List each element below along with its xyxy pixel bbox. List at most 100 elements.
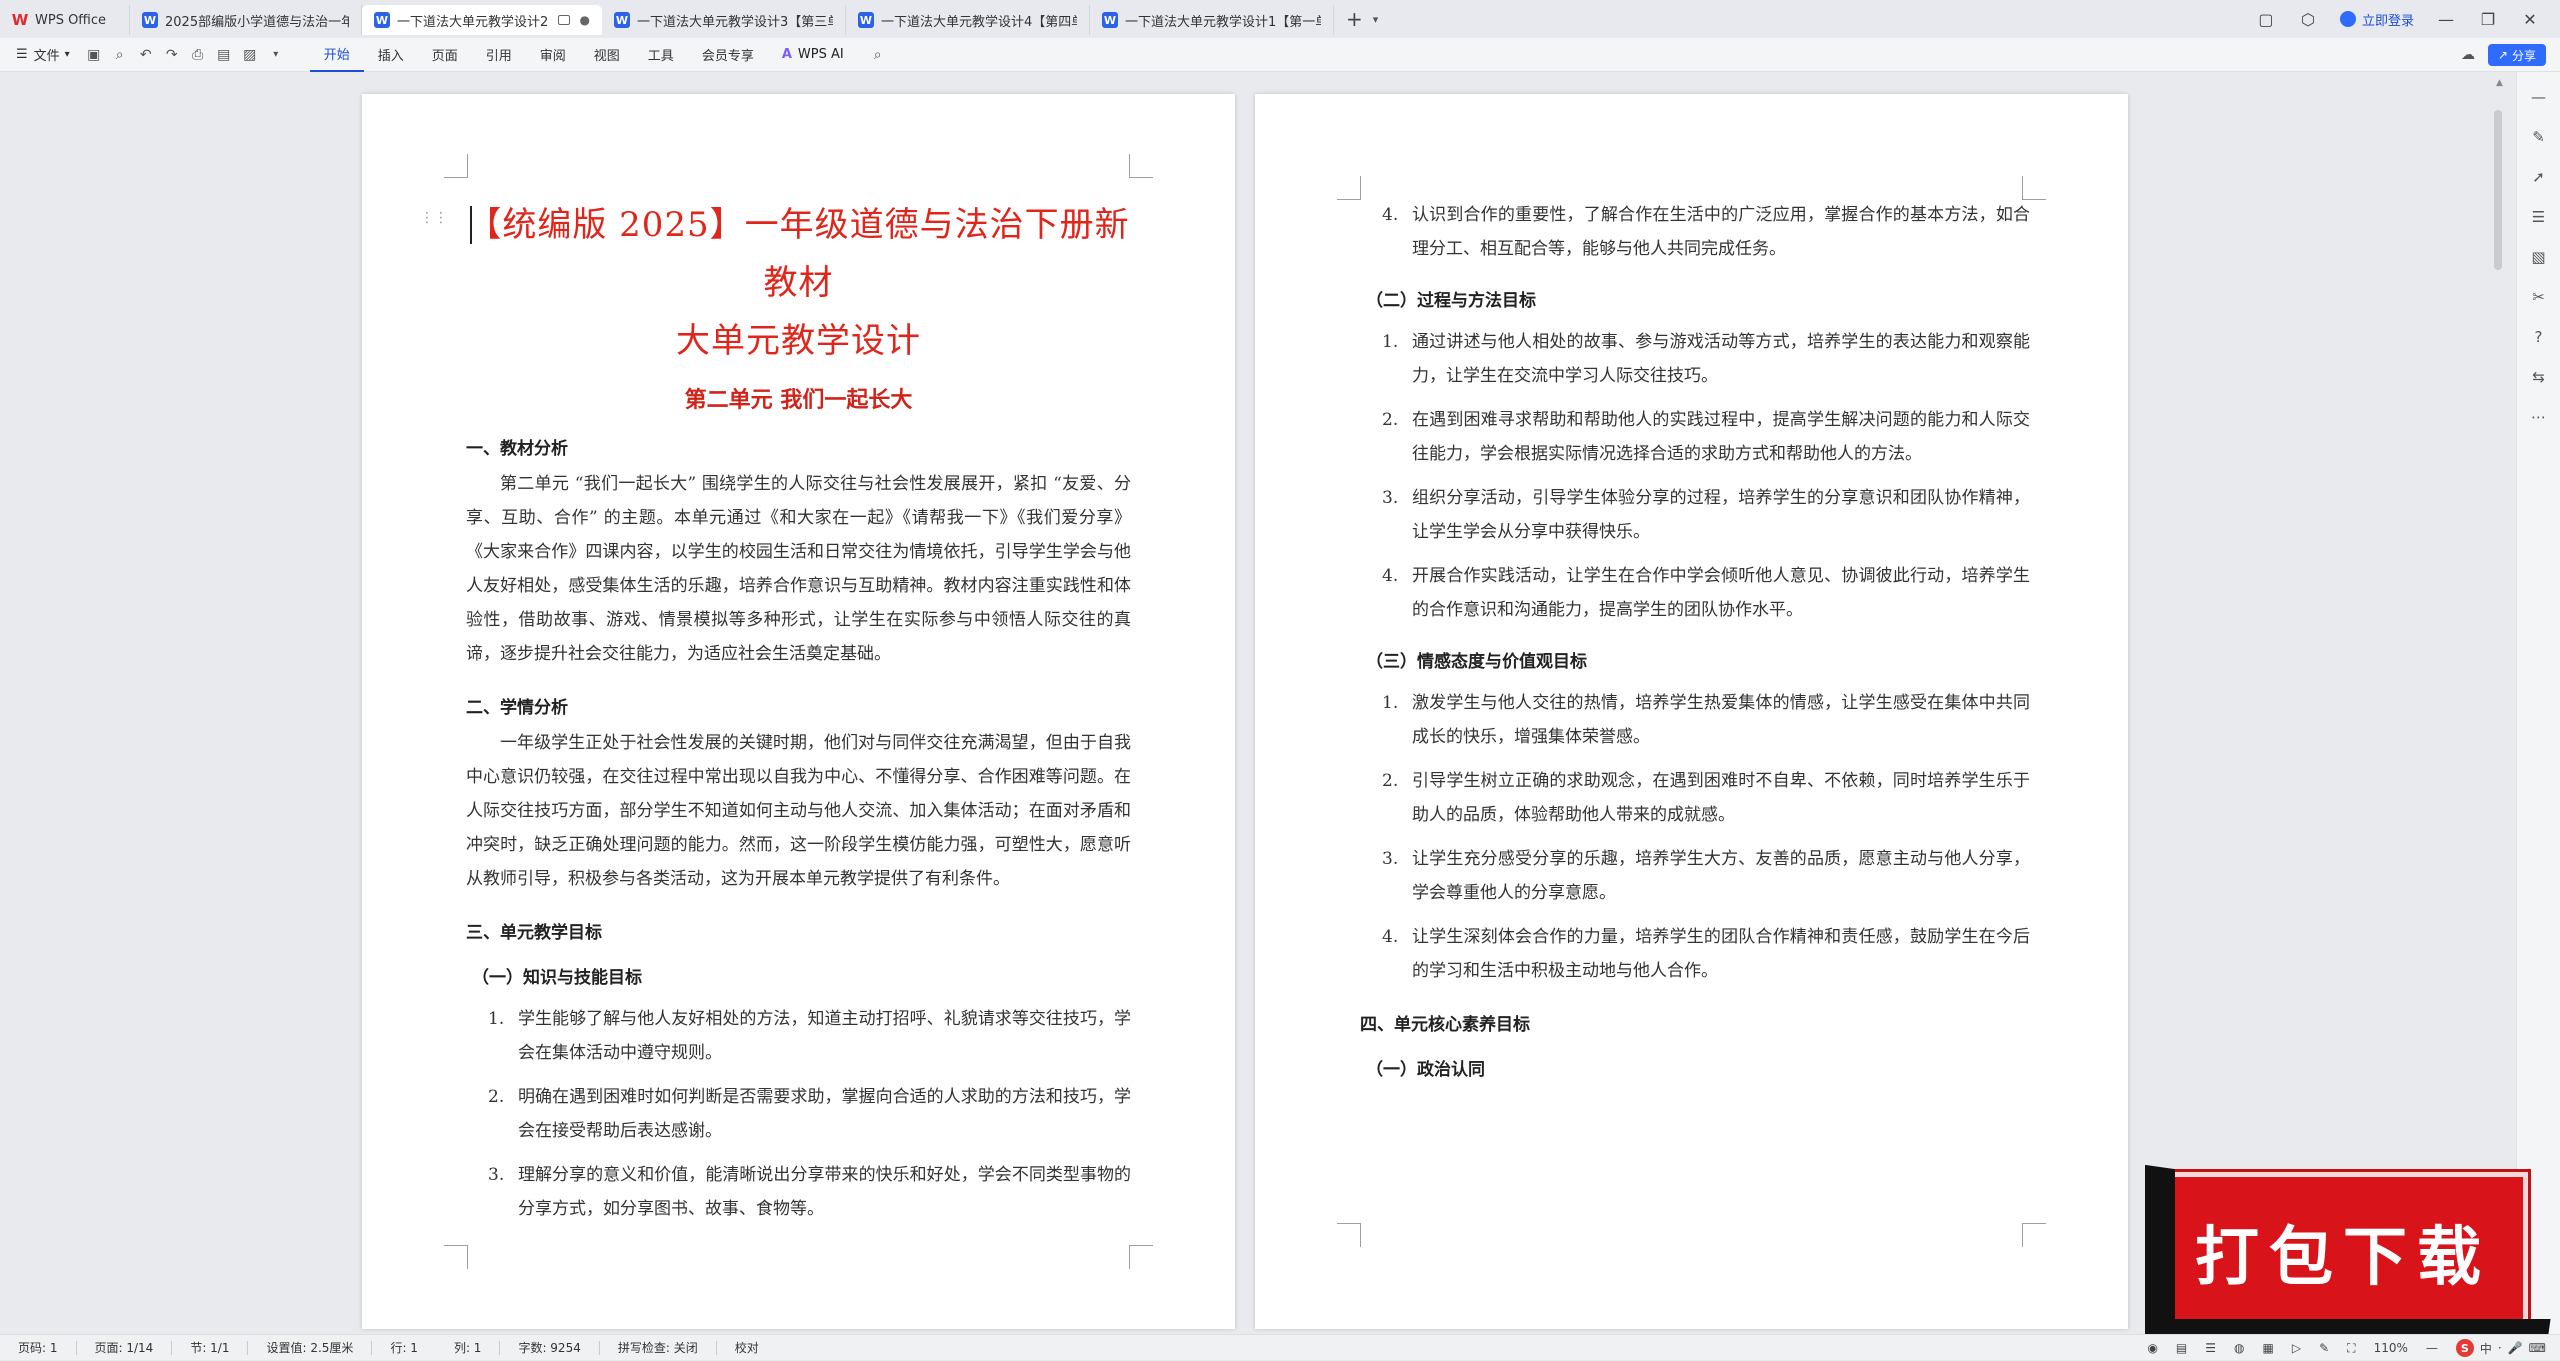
undo-icon[interactable]: ↶ [136, 45, 156, 65]
margin-mark [1129, 1245, 1153, 1269]
list-item: 1. 学生能够了解与他人友好相处的方法，知道主动打招呼、礼貌请求等交往技巧，学会在… [488, 1009, 1131, 1063]
tab-home[interactable]: 开始 [309, 38, 364, 72]
cube-icon[interactable]: ⬡ [2298, 10, 2318, 29]
list-knowledge-goals-continued: 4. 认识到合作的重要性，了解合作在生活中的广泛应用，掌握合作的基本方法，如合理分… [1360, 198, 2030, 266]
tab-document-4[interactable]: W 一下道法大单元教学设计4【第四单元 [846, 5, 1090, 35]
tab-insert[interactable]: 插入 [364, 38, 418, 72]
status-bar: 页码: 1 页面: 1/14 节: 1/1 设置值: 2.5厘米 行: 1 列:… [0, 1334, 2560, 1360]
ime-punctuation-icon[interactable]: · [2498, 1341, 2502, 1355]
ribbon: ☰ 文件 ▾ ▣ ⌕ ↶ ↷ ⎙ ▤ ▨ ▾ 开始 插入 页面 引用 审阅 视图… [0, 38, 2560, 72]
tab-references[interactable]: 引用 [472, 38, 526, 72]
redo-icon[interactable]: ↷ [162, 45, 182, 65]
tab-tools[interactable]: 工具 [634, 38, 688, 72]
translate-icon[interactable]: ⇆ [2528, 366, 2550, 388]
tools-icon[interactable]: ✂ [2528, 286, 2550, 308]
hamburger-icon: ☰ [16, 47, 28, 62]
tab-page[interactable]: 页面 [418, 38, 472, 72]
search-icon[interactable]: ⌕ [868, 45, 888, 65]
page-view-icon[interactable]: ▤ [2176, 1341, 2187, 1355]
list-item: 3. 理解分享的意义和价值，能清晰说出分享带来的快乐和好处，学会不同类型事物的分享… [488, 1165, 1131, 1219]
find-icon[interactable]: ⌕ [110, 45, 130, 65]
eye-icon[interactable]: ◉ [2147, 1341, 2157, 1355]
microphone-icon[interactable]: 🎤 [2508, 1341, 2523, 1355]
word-doc-icon: W [1102, 12, 1118, 28]
zoom-level[interactable]: 110% [2374, 1341, 2408, 1355]
print-icon[interactable]: ⎙ [188, 45, 208, 65]
minimize-icon[interactable]: — [2436, 10, 2456, 29]
pen-icon[interactable]: ✎ [2319, 1341, 2329, 1355]
doc-title-line-2: 大单元教学设计 [676, 321, 921, 361]
cloud-sync-icon[interactable]: ☁ [2458, 45, 2478, 65]
list-item: 4. 认识到合作的重要性，了解合作在生活中的广泛应用，掌握合作的基本方法，如合理分… [1382, 205, 2030, 259]
image-icon[interactable]: ▨ [240, 45, 260, 65]
tab-document-3[interactable]: W 一下道法大单元教学设计3【第三单元 [602, 5, 846, 35]
sogou-ime-icon[interactable]: S [2455, 1339, 2474, 1357]
more-icon[interactable]: ⋯ [2528, 406, 2550, 428]
status-section[interactable]: 节: 1/1 [172, 1339, 247, 1356]
pen-icon[interactable]: ✎ [2528, 126, 2550, 148]
page-2-content[interactable]: 4. 认识到合作的重要性，了解合作在生活中的广泛应用，掌握合作的基本方法，如合理分… [1360, 198, 2030, 1094]
drag-handle-icon[interactable]: ⋮⋮ [420, 210, 448, 226]
collapse-icon[interactable]: — [2528, 86, 2550, 108]
tab-member[interactable]: 会员专享 [688, 38, 768, 72]
zoom-out-icon[interactable]: — [2426, 1341, 2438, 1355]
section-heading: 三、单元教学目标 [466, 923, 602, 943]
tab-list-chevron-icon[interactable]: ▾ [1373, 13, 1379, 26]
outline-view-icon[interactable]: ▦ [2263, 1341, 2274, 1355]
ime-chinese-indicator[interactable]: 中 [2480, 1340, 2492, 1357]
wps-ai-button[interactable]: A WPS AI [768, 47, 858, 62]
new-tab-plus-icon[interactable]: + [1346, 7, 1363, 31]
list-view-icon[interactable]: ☰ [2205, 1341, 2216, 1355]
list-item: 4. 开展合作实践活动，让学生在合作中学会倾听他人意见、协调彼此行动，培养学生的合… [1382, 566, 2030, 620]
tab-document-5[interactable]: W 一下道法大单元教学设计1【第一单元 [1090, 5, 1334, 35]
keyboard-icon[interactable]: ⌨ [2529, 1341, 2546, 1355]
page-1-content[interactable]: 【统编版 2025】一年级道德与法治下册新教材 大单元教学设计 第二单元 我们一… [466, 196, 1131, 1236]
save-icon[interactable]: ▣ [84, 45, 104, 65]
web-view-icon[interactable]: ◍ [2234, 1341, 2244, 1355]
tab-bar: W WPS Office W 2025部编版小学道德与法治一年级下 W 一下道法… [0, 0, 2560, 38]
tab-document-active[interactable]: W 一下道法大单元教学设计2【第 ● [362, 5, 602, 35]
more-tools-chevron-icon[interactable]: ▾ [266, 45, 286, 65]
monitor-icon[interactable] [558, 15, 570, 25]
window-list-icon[interactable]: ▢ [2256, 10, 2276, 29]
download-package-banner[interactable]: 打包下载 [2145, 1164, 2551, 1350]
settings-sliders-icon[interactable]: ☰ [2528, 206, 2550, 228]
tab-view[interactable]: 视图 [580, 38, 634, 72]
paragraph: 第二单元 “我们一起长大” 围绕学生的人际交往与社会性发展展开，紧扣 “友爱、分… [466, 474, 1131, 664]
status-row: 行: 1 [390, 1341, 418, 1355]
help-icon[interactable]: ? [2528, 326, 2550, 348]
fit-icon[interactable]: ⛶ [2347, 1341, 2355, 1356]
tab-review[interactable]: 审阅 [526, 38, 580, 72]
style-icon[interactable]: ▧ [2528, 246, 2550, 268]
restore-icon[interactable]: ❐ [2478, 10, 2498, 29]
close-dot-icon[interactable]: ● [580, 13, 590, 27]
vertical-scrollbar[interactable] [2494, 110, 2502, 270]
list-item: 3. 让学生充分感受分享的乐趣，培养学生大方、友善的品质，愿意主动与他人分享，学会… [1382, 849, 2030, 903]
status-word-count[interactable]: 字数: 9254 [500, 1339, 598, 1356]
tab-document-1[interactable]: W 2025部编版小学道德与法治一年级下 [130, 5, 362, 35]
pointer-icon[interactable]: ➚ [2528, 166, 2550, 188]
close-window-icon[interactable]: ✕ [2520, 10, 2540, 29]
word-doc-icon: W [614, 12, 630, 28]
status-proofread[interactable]: 校对 [717, 1339, 777, 1356]
tab-wps-office[interactable]: W WPS Office [0, 5, 130, 35]
play-icon[interactable]: ▷ [2292, 1341, 2301, 1355]
status-page[interactable]: 页码: 1 [0, 1339, 76, 1356]
file-menu[interactable]: ☰ 文件 ▾ [16, 45, 70, 64]
list-attitude-goals: 1. 激发学生与他人交往的热情，培养学生热爱集体的情感，让学生感受在集体中共同成长… [1360, 686, 2030, 988]
margin-mark [1129, 154, 1153, 178]
share-button[interactable]: ↗ 分享 [2487, 44, 2546, 66]
status-spellcheck[interactable]: 拼写检查: 关闭 [600, 1339, 716, 1356]
list-item: 1. 激发学生与他人交往的热情，培养学生热爱集体的情感，让学生感受在集体中共同成长… [1382, 693, 2030, 747]
preview-icon[interactable]: ▤ [214, 45, 234, 65]
section-heading: 一、教材分析 [466, 439, 568, 459]
share-icon: ↗ [2497, 48, 2508, 62]
login-button[interactable]: 立即登录 [2339, 10, 2414, 29]
status-setting[interactable]: 设置值: 2.5厘米 [248, 1339, 371, 1356]
scroll-up-arrow-icon[interactable]: ▲ [2496, 78, 2503, 92]
list-process-goals: 1. 通过讲述与他人相处的故事、参与游戏活动等方式，培养学生的表达能力和观察能力，… [1360, 325, 2030, 627]
status-pages[interactable]: 页面: 1/14 [77, 1339, 172, 1356]
status-col: 列: 1 [453, 1341, 482, 1355]
subsection-heading: （二）过程与方法目标 [1366, 291, 1536, 311]
list-item: 3. 组织分享活动，引导学生体验分享的过程，培养学生的分享意识和团队协作精神，让学… [1382, 488, 2030, 542]
